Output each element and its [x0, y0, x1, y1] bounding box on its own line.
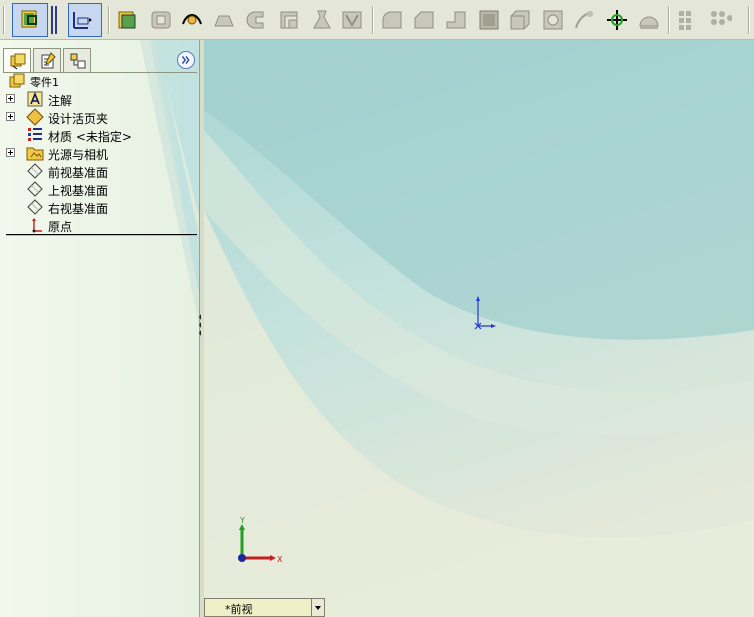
fillet-icon[interactable]: [380, 8, 404, 32]
rib-icon[interactable]: [245, 8, 269, 32]
chamfer-icon[interactable]: [412, 8, 436, 32]
plane-icon: [26, 162, 44, 180]
view-orientation-select[interactable]: *前视: [204, 598, 325, 617]
manager-tabs: [3, 48, 197, 73]
revolve-icon[interactable]: [149, 8, 173, 32]
collapse-panel-button[interactable]: [177, 51, 195, 69]
reference-triad: Y X: [232, 514, 288, 570]
tree-root-label: 零件1: [30, 76, 59, 89]
smart-dimension-icon[interactable]: [70, 8, 94, 32]
wrap-icon[interactable]: [340, 8, 364, 32]
toolbar-divider: [748, 6, 750, 34]
toolbar-divider: [668, 6, 670, 34]
shell-icon[interactable]: [277, 8, 301, 32]
configuration-manager-tab[interactable]: [63, 48, 91, 72]
view-orientation-value: *前视: [225, 603, 253, 616]
expand-toggle[interactable]: [6, 94, 15, 103]
rollback-bar[interactable]: [6, 234, 197, 236]
toolbar-divider: [51, 6, 57, 34]
chevron-down-icon[interactable]: [311, 599, 324, 616]
flex-icon[interactable]: [637, 8, 661, 32]
double-chevron-right-icon: [181, 56, 190, 64]
origin-marker[interactable]: [472, 294, 496, 334]
tree-item-label: 注解: [48, 94, 73, 108]
expand-toggle[interactable]: [6, 148, 15, 157]
scale-icon[interactable]: [477, 8, 501, 32]
toolbar-divider: [372, 6, 374, 34]
tree-item-annotations[interactable]: 注解: [6, 90, 196, 108]
draft-icon[interactable]: [310, 8, 334, 32]
tree-item-material[interactable]: 材质 <未指定>: [6, 126, 196, 144]
hole-wizard-icon[interactable]: [444, 8, 468, 32]
toolbar-grip[interactable]: [3, 6, 5, 34]
material-icon: [26, 126, 44, 144]
sketch-icon[interactable]: [18, 8, 42, 32]
tree-item-label: 前视基准面: [48, 166, 109, 180]
origin-icon: [26, 216, 44, 234]
graphics-area[interactable]: Y X *前视: [204, 40, 754, 617]
tree-item-label: 右视基准面: [48, 202, 109, 216]
plane-icon: [26, 198, 44, 216]
property-manager-tab[interactable]: [33, 48, 61, 72]
tree-item-label: 设计活页夹: [48, 112, 109, 126]
command-toolbar: [0, 0, 754, 40]
triad-y-label: Y: [239, 516, 245, 525]
extrude-icon[interactable]: [116, 8, 140, 32]
tree-item-design-binder[interactable]: 设计活页夹: [6, 108, 196, 126]
expand-toggle[interactable]: [6, 112, 15, 121]
tree-item-top-plane[interactable]: 上视基准面: [6, 180, 196, 198]
plane-icon: [26, 180, 44, 198]
tree-item-label: 原点: [48, 220, 73, 234]
tree-item-right-plane[interactable]: 右视基准面: [6, 198, 196, 216]
lights-cameras-icon: [26, 144, 44, 162]
linear-pattern-icon[interactable]: [676, 8, 700, 32]
split-icon[interactable]: [508, 8, 532, 32]
tree-item-lights-cameras[interactable]: 光源与相机: [6, 144, 196, 162]
curves-icon[interactable]: [572, 8, 596, 32]
circular-pattern-icon[interactable]: [708, 8, 733, 32]
design-binder-icon: [26, 108, 44, 126]
dome-icon[interactable]: [541, 8, 565, 32]
tree-item-label: 材质 <未指定>: [48, 130, 132, 144]
part-icon: [8, 72, 26, 90]
feature-manager-tab[interactable]: [3, 48, 31, 73]
tree-item-label: 上视基准面: [48, 184, 109, 198]
panel-splitter[interactable]: [198, 312, 202, 336]
tree-root-part[interactable]: 零件1: [6, 72, 196, 90]
sweep-icon[interactable]: [180, 8, 204, 32]
toolbar-divider: [108, 6, 110, 34]
annotation-icon: [26, 90, 44, 108]
tree-item-origin[interactable]: 原点: [6, 216, 196, 234]
loft-icon[interactable]: [212, 8, 236, 32]
move-face-icon[interactable]: [605, 8, 629, 32]
triad-x-label: X: [277, 555, 283, 564]
tree-item-label: 光源与相机: [48, 148, 109, 162]
tree-item-front-plane[interactable]: 前视基准面: [6, 162, 196, 180]
feature-manager-panel: 零件1 注解 设计活页夹 材质 <未指定> 光源与相机 前视基准面 上视基准面 …: [0, 40, 200, 617]
